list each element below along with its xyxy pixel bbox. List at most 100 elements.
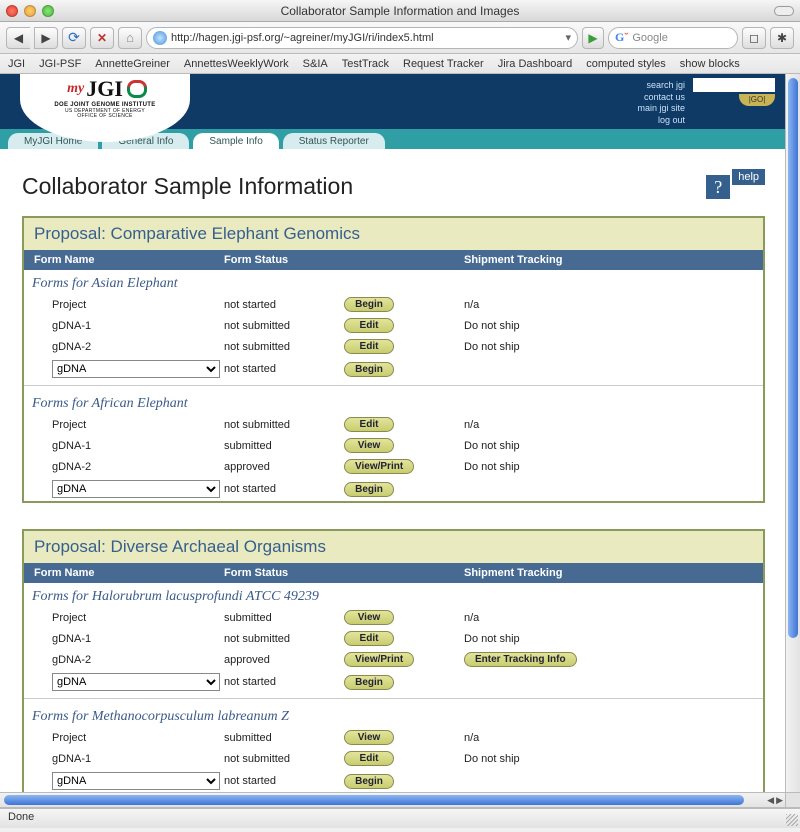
bookmark-item[interactable]: Jira Dashboard (498, 58, 573, 70)
view-button[interactable]: View (344, 610, 394, 625)
nav-tab[interactable]: Sample Info (193, 133, 278, 149)
back-button[interactable]: ◀ (6, 27, 30, 49)
horizontal-scrollbar[interactable]: ◀▶ (0, 792, 785, 807)
go-button[interactable]: ▶ (582, 27, 604, 49)
help-button[interactable]: help (732, 169, 765, 185)
form-status-cell: approved (224, 654, 344, 666)
toolbar-extra-2[interactable]: ✱ (770, 27, 794, 49)
reload-button[interactable]: ⟳ (62, 27, 86, 49)
form-row: gDNA-1not submittedEditDo not ship (24, 748, 763, 769)
form-action-cell: Begin (344, 482, 464, 497)
stop-button[interactable]: ✕ (90, 27, 114, 49)
add-form-row: gDNA not startedBegin (24, 477, 763, 501)
form-action-cell: View (344, 438, 464, 453)
bookmark-item[interactable]: computed styles (586, 58, 665, 70)
edit-button[interactable]: Edit (344, 318, 394, 333)
window-titlebar: Collaborator Sample Information and Imag… (0, 0, 800, 22)
viewprint-button[interactable]: View/Print (344, 459, 414, 474)
begin-button[interactable]: Begin (344, 362, 394, 377)
bookmark-item[interactable]: AnnetteGreiner (95, 58, 170, 70)
scrollbar-thumb[interactable] (788, 78, 798, 638)
bookmark-item[interactable]: AnnettesWeeklyWork (184, 58, 289, 70)
header-search-input[interactable] (693, 78, 775, 92)
view-button[interactable]: View (344, 438, 394, 453)
form-type-select[interactable]: gDNA (52, 480, 220, 498)
forward-button[interactable]: ▶ (34, 27, 58, 49)
scroll-left-icon[interactable]: ◀ (767, 795, 774, 806)
form-row: Projectnot startedBeginn/a (24, 294, 763, 315)
form-status-cell: not submitted (224, 633, 344, 645)
begin-button[interactable]: Begin (344, 774, 394, 789)
form-action-cell: Edit (344, 339, 464, 354)
form-action-cell: Begin (344, 362, 464, 377)
section-title: Forms for Methanocorpusculum labreanum Z (24, 703, 763, 727)
browser-search-box[interactable]: G˘ Google (608, 27, 738, 49)
form-status-cell: not started (224, 483, 344, 495)
form-row: gDNA-1submittedViewDo not ship (24, 435, 763, 456)
bookmark-item[interactable]: TestTrack (342, 58, 389, 70)
form-type-select[interactable]: gDNA (52, 772, 220, 790)
utility-link[interactable]: main jgi site (637, 103, 685, 115)
form-name-cell: gDNA-1 (52, 753, 224, 765)
begin-button[interactable]: Begin (344, 482, 394, 497)
begin-button[interactable]: Begin (344, 675, 394, 690)
viewprint-button[interactable]: View/Print (344, 652, 414, 667)
shipment-cell: Do not ship (464, 633, 753, 645)
bookmark-item[interactable]: JGI-PSF (39, 58, 81, 70)
globe-icon (153, 31, 167, 45)
bookmark-item[interactable]: show blocks (680, 58, 740, 70)
utility-link[interactable]: search jgi (637, 80, 685, 92)
proposal-title: Proposal: Diverse Archaeal Organisms (24, 531, 763, 563)
form-name-cell: Project (52, 299, 224, 311)
proposal-title: Proposal: Comparative Elephant Genomics (24, 218, 763, 250)
form-name-cell: gDNA-2 (52, 654, 224, 666)
url-bar[interactable]: http://hagen.jgi-psf.org/~agreiner/myJGI… (146, 27, 578, 49)
shipment-cell: n/a (464, 732, 753, 744)
form-row: gDNA-2not submittedEditDo not ship (24, 336, 763, 357)
nav-tab[interactable]: Status Reporter (283, 133, 385, 149)
shipment-cell: Do not ship (464, 440, 753, 452)
edit-button[interactable]: Edit (344, 417, 394, 432)
form-row: gDNA-2approvedView/Print Enter Tracking I… (24, 649, 763, 670)
status-bar: Done (0, 808, 800, 828)
add-form-row: gDNA not startedBegin (24, 769, 763, 792)
header-search: |GO| (693, 78, 775, 106)
scrollbar-corner (785, 792, 800, 807)
form-status-cell: not submitted (224, 341, 344, 353)
vertical-scrollbar[interactable] (785, 74, 800, 792)
form-type-select[interactable]: gDNA (52, 673, 220, 691)
add-form-row: gDNAnot startedBegin (24, 357, 763, 381)
begin-button[interactable]: Begin (344, 297, 394, 312)
form-row: gDNA-1not submittedEditDo not ship (24, 628, 763, 649)
utility-link[interactable]: log out (637, 115, 685, 127)
shipment-cell: Do not ship (464, 753, 753, 765)
scrollbar-thumb[interactable] (4, 795, 744, 805)
form-name-cell: gDNA-1 (52, 440, 224, 452)
toolbar-extra-1[interactable]: ◻ (742, 27, 766, 49)
scroll-right-icon[interactable]: ▶ (776, 795, 783, 806)
page-header: my JGI DOE JOINT GENOME INSTITUTE US DEP… (0, 74, 785, 129)
resize-handle-icon[interactable] (786, 814, 798, 826)
form-status-cell: not started (224, 775, 344, 787)
enter_tracking-button[interactable]: Enter Tracking Info (464, 652, 577, 667)
form-name-cell: Project (52, 419, 224, 431)
bookmark-item[interactable]: JGI (8, 58, 25, 70)
view-button[interactable]: View (344, 730, 394, 745)
bookmark-item[interactable]: S&IA (303, 58, 328, 70)
url-dropdown-icon[interactable]: ▾ (565, 31, 571, 44)
logo-my: my (67, 81, 84, 97)
home-button[interactable]: ⌂ (118, 27, 142, 49)
edit-button[interactable]: Edit (344, 631, 394, 646)
form-type-select[interactable]: gDNA (52, 360, 220, 378)
edit-button[interactable]: Edit (344, 751, 394, 766)
section-title: Forms for Asian Elephant (24, 270, 763, 294)
header-go-button[interactable]: |GO| (739, 94, 775, 106)
help-icon[interactable]: ? (706, 175, 730, 199)
column-header-row: Form NameForm StatusShipment Tracking (24, 563, 763, 583)
utility-link[interactable]: contact us (637, 92, 685, 104)
shipment-cell: n/a (464, 419, 753, 431)
edit-button[interactable]: Edit (344, 339, 394, 354)
form-action-cell: Edit (344, 417, 464, 432)
browser-toolbar: ◀ ▶ ⟳ ✕ ⌂ http://hagen.jgi-psf.org/~agre… (0, 22, 800, 54)
bookmark-item[interactable]: Request Tracker (403, 58, 484, 70)
